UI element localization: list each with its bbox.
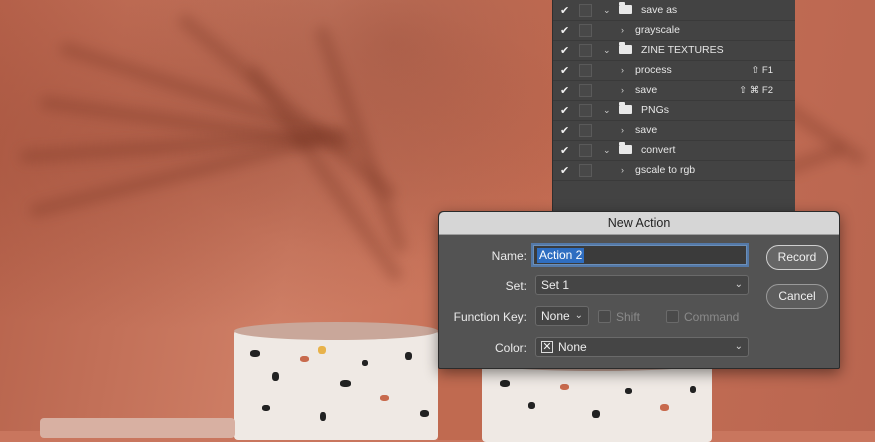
color-select[interactable]: ✕ None ⌄ <box>535 337 749 357</box>
chevron-right-icon[interactable]: › <box>621 85 624 95</box>
chevron-down-icon: ⌄ <box>734 279 743 290</box>
action-item-label: save <box>635 124 658 136</box>
chevron-right-icon[interactable]: › <box>621 165 624 175</box>
dialog-toggle-box[interactable] <box>579 163 592 177</box>
function-key-value: None <box>541 309 570 323</box>
action-item-row[interactable]: ✔ › save <box>553 120 795 141</box>
check-icon[interactable]: ✔ <box>560 144 570 157</box>
action-set-label: save as <box>641 4 678 16</box>
actions-panel: ✔ ⌄ save as ✔ › grayscale ✔ ⌄ ZINE TEXTU… <box>552 0 795 215</box>
dialog-toggle-box[interactable] <box>579 83 592 97</box>
check-icon[interactable]: ✔ <box>560 24 570 37</box>
new-action-dialog: New Action Name: Action 2 Set: Set 1 ⌄ F… <box>438 211 840 369</box>
action-item-row[interactable]: ✔ › gscale to rgb <box>553 160 795 181</box>
action-item-label: process <box>635 64 672 76</box>
dialog-toggle-box[interactable] <box>579 23 592 37</box>
cancel-button[interactable]: Cancel <box>766 284 828 309</box>
record-button[interactable]: Record <box>766 245 828 270</box>
chevron-down-icon[interactable]: ⌄ <box>603 5 611 16</box>
chevron-right-icon[interactable]: › <box>621 125 624 135</box>
set-label: Set: <box>505 279 527 293</box>
no-color-icon: ✕ <box>541 341 553 353</box>
chevron-down-icon[interactable]: ⌄ <box>603 105 611 116</box>
dialog-toggle-box[interactable] <box>579 43 592 57</box>
dialog-toggle-box[interactable] <box>579 123 592 137</box>
action-item-row[interactable]: ✔ › grayscale <box>553 20 795 41</box>
dialog-toggle-box[interactable] <box>579 103 592 117</box>
check-icon[interactable]: ✔ <box>560 164 570 177</box>
folder-icon <box>619 2 632 14</box>
color-label: Color: <box>494 341 527 355</box>
dialog-toggle-box[interactable] <box>579 143 592 157</box>
shortcut-label: ⇧ F1 <box>751 64 773 76</box>
folder-icon <box>619 142 632 154</box>
check-icon[interactable]: ✔ <box>560 64 570 77</box>
shift-checkbox[interactable] <box>598 310 611 323</box>
check-icon[interactable]: ✔ <box>560 4 570 17</box>
set-select-value: Set 1 <box>541 278 570 292</box>
folder-icon <box>619 42 632 54</box>
action-set-label: convert <box>641 144 676 156</box>
chevron-down-icon[interactable]: ⌄ <box>603 45 611 56</box>
chevron-right-icon[interactable]: › <box>621 65 624 75</box>
shift-label: Shift <box>616 310 641 324</box>
dialog-title: New Action <box>439 212 839 235</box>
name-label: Name: <box>491 249 527 263</box>
action-set-label: PNGs <box>641 104 670 116</box>
dialog-toggle-box[interactable] <box>579 63 592 77</box>
action-set-row[interactable]: ✔ ⌄ save as <box>553 0 795 21</box>
dialog-toggle-box[interactable] <box>579 3 592 17</box>
chevron-right-icon[interactable]: › <box>621 25 624 35</box>
check-icon[interactable]: ✔ <box>560 44 570 57</box>
command-checkbox[interactable] <box>666 310 679 323</box>
function-key-select[interactable]: None ⌄ <box>535 306 589 326</box>
action-item-row[interactable]: ✔ › save ⇧ ⌘ F2 <box>553 80 795 101</box>
command-label: Command <box>684 310 740 324</box>
chevron-down-icon[interactable]: ⌄ <box>603 145 611 156</box>
action-set-label: ZINE TEXTURES <box>641 44 724 56</box>
color-select-value: None <box>558 340 587 354</box>
action-set-row[interactable]: ✔ ⌄ convert <box>553 140 795 161</box>
set-select[interactable]: Set 1 ⌄ <box>535 275 749 295</box>
check-icon[interactable]: ✔ <box>560 104 570 117</box>
name-input-value[interactable]: Action 2 <box>537 248 585 263</box>
check-icon[interactable]: ✔ <box>560 84 570 97</box>
action-item-label: gscale to rgb <box>635 164 696 176</box>
action-set-row[interactable]: ✔ ⌄ ZINE TEXTURES <box>553 40 795 61</box>
function-key-label: Function Key: <box>453 310 527 324</box>
action-set-row[interactable]: ✔ ⌄ PNGs <box>553 100 795 121</box>
chevron-down-icon: ⌄ <box>734 341 743 352</box>
shortcut-label: ⇧ ⌘ F2 <box>739 84 773 96</box>
folder-icon <box>619 102 632 114</box>
check-icon[interactable]: ✔ <box>560 124 570 137</box>
action-item-row[interactable]: ✔ › process ⇧ F1 <box>553 60 795 81</box>
action-item-label: save <box>635 84 658 96</box>
chevron-down-icon: ⌄ <box>574 310 583 321</box>
action-item-label: grayscale <box>635 24 680 36</box>
